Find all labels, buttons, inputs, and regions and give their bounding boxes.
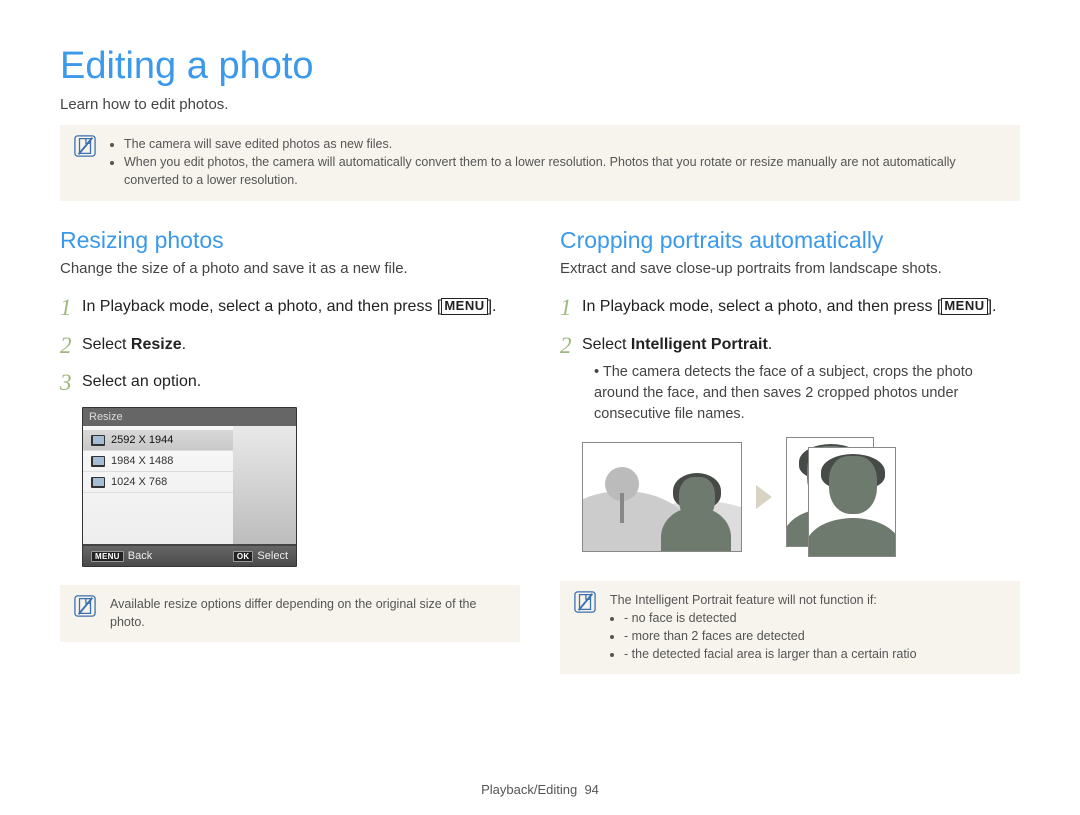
section-sub-resizing: Change the size of a photo and save it a… [60, 260, 520, 277]
right-footnote-lead: The Intelligent Portrait feature will no… [610, 593, 877, 607]
step-3-text: Select an option. [82, 370, 520, 395]
section-sub-cropping: Extract and save close-up portraits from… [560, 260, 1020, 277]
top-note-box: The camera will save edited photos as ne… [60, 125, 1020, 201]
lcd-back-button: MENUBack [91, 550, 152, 562]
lcd-option-1: 2592 X 1944 [83, 430, 233, 451]
step-3-number: 3 [60, 370, 82, 395]
lcd-option-2: 1984 X 1488 [83, 451, 233, 472]
top-note-2: When you edit photos, the camera will au… [124, 153, 1006, 189]
r-step-2-number: 2 [560, 333, 582, 358]
note-icon [74, 135, 96, 189]
r-step-2-text: Select Intelligent Portrait. [582, 333, 1020, 358]
left-column: Resizing photos Change the size of a pho… [60, 227, 520, 699]
lcd-select-button: OKSelect [233, 550, 288, 562]
note-icon [74, 595, 96, 631]
right-footnote-box: The Intelligent Portrait feature will no… [560, 581, 1020, 674]
left-footnote: Available resize options differ dependin… [110, 595, 506, 631]
lcd-option-3: 1024 X 768 [83, 472, 233, 493]
portrait-illustration [582, 437, 1020, 557]
r-step-1-number: 1 [560, 295, 582, 320]
step-2-number: 2 [60, 333, 82, 358]
step-1-text: In Playback mode, select a photo, and th… [82, 295, 520, 320]
r-step-1-text: In Playback mode, select a photo, and th… [582, 295, 1020, 320]
section-title-cropping: Cropping portraits automatically [560, 227, 1020, 254]
right-footnote-3: the detected facial area is larger than … [624, 645, 917, 663]
step-1-number: 1 [60, 295, 82, 320]
page-intro: Learn how to edit photos. [60, 96, 1020, 113]
cropped-portraits [786, 437, 896, 557]
note-icon [574, 591, 596, 664]
camera-lcd-mockup: Resize 2592 X 1944 1984 X 1488 1024 X 76… [82, 407, 297, 567]
menu-key-icon: MENU [941, 298, 987, 314]
right-footnote-1: no face is detected [624, 609, 917, 627]
lcd-title: Resize [83, 408, 296, 426]
resolution-icon [91, 477, 105, 488]
menu-key-icon: MENU [441, 298, 487, 314]
step-2-text: Select Resize. [82, 333, 520, 358]
right-footnote-2: more than 2 faces are detected [624, 627, 917, 645]
landscape-thumb [582, 442, 742, 552]
right-column: Cropping portraits automatically Extract… [560, 227, 1020, 699]
page-footer: Playback/Editing 94 [0, 782, 1080, 797]
section-title-resizing: Resizing photos [60, 227, 520, 254]
arrow-icon [756, 485, 772, 509]
resolution-icon [91, 435, 105, 446]
r-step-2-sub: The camera detects the face of a subject… [594, 362, 1020, 425]
resolution-icon [91, 456, 105, 467]
left-footnote-box: Available resize options differ dependin… [60, 585, 520, 641]
top-note-1: The camera will save edited photos as ne… [124, 135, 1006, 153]
page-title: Editing a photo [60, 45, 1020, 88]
